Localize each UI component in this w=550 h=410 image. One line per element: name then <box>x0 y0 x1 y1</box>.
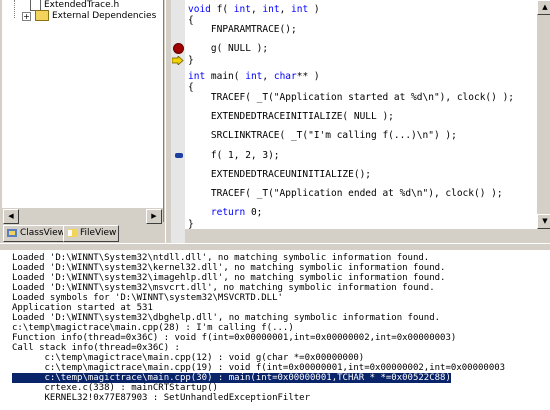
editor-horizontal-scrollbar[interactable] <box>185 229 537 243</box>
output-line: c:\temp\magictrace\main.cpp(12) : void g… <box>12 353 365 363</box>
tree-item-label: ExtendedTrace.h <box>44 0 120 10</box>
code-line: return 0; <box>210 207 263 218</box>
output-line: Loaded 'D:\WINNT\system32\imagehlp.dll',… <box>12 273 446 283</box>
workspace-tabs: ClassView FileView <box>2 224 163 242</box>
output-line: Loaded 'D:\WINNT\system32\dbghelp.dll', … <box>12 313 441 323</box>
code-line: void f( int, int, int ) <box>188 4 320 15</box>
output-line: c:\temp\magictrace\main.cpp(19) : void f… <box>12 363 506 373</box>
code-line: TRACEF( _T("Application started at %d\n"… <box>188 92 515 103</box>
code-editor[interactable]: void f( int, int, int ) { FNPARAMTRACE()… <box>185 0 537 229</box>
code-line: TRACEF( _T("Application ended at %d\n"),… <box>188 188 503 199</box>
tab-classview[interactable]: ClassView <box>3 225 65 242</box>
output-line: Loaded symbols for 'D:\WINNT\system32\MS… <box>12 293 283 303</box>
code-line: EXTENDEDTRACEINITIALIZE( NULL ); <box>188 111 394 122</box>
output-line: Loaded 'D:\WINNT\system32\kernel32.dll',… <box>12 263 446 273</box>
code-line: EXTENDEDTRACEUNINITIALIZE(); <box>188 169 372 180</box>
tab-fileview[interactable]: FileView <box>63 225 119 242</box>
output-line: Loaded 'D:\WINNT\system32\msvcrt.dll', n… <box>12 283 435 293</box>
scroll-up-button[interactable]: ▲ <box>537 0 550 15</box>
output-line: Application started at 531 <box>12 303 153 313</box>
output-line: c:\temp\magictrace\main.cpp(28) : I'm ca… <box>12 323 294 333</box>
editor-vertical-scrollbar[interactable]: ▲ ▼ <box>537 0 550 229</box>
code-line: } <box>188 219 194 229</box>
output-line: Call stack info(thread=0x36C) : <box>12 343 180 353</box>
expand-toggle[interactable]: + <box>22 12 31 21</box>
tab-label: ClassView <box>20 228 66 238</box>
scroll-left-button[interactable]: ◀ <box>3 209 19 224</box>
tree-item-external-dependencies[interactable]: External Dependencies <box>35 10 156 22</box>
code-line: } <box>188 55 194 66</box>
output-window[interactable]: Loaded 'D:\WINNT\System32\ntdll.dll', no… <box>0 250 550 410</box>
scroll-down-button[interactable]: ▼ <box>537 214 550 229</box>
call-stack-marker-icon <box>175 153 183 158</box>
class-view-icon <box>7 229 17 237</box>
output-line: KERNEL32!0x77E87903 : SetUnhandledExcept… <box>12 393 311 403</box>
code-line: f( 1, 2, 3); <box>188 150 280 161</box>
code-line: g( NULL ); <box>188 43 269 54</box>
current-line-arrow-icon <box>171 55 184 66</box>
code-line: int main( int, char** ) <box>188 71 320 82</box>
code-line: SRCLINKTRACE( _T("I'm calling f(...)\n")… <box>188 130 457 141</box>
tree-item-label: External Dependencies <box>52 11 157 21</box>
file-view-icon <box>67 229 77 237</box>
editor-gutter[interactable] <box>171 0 185 243</box>
output-line: Function info(thread=0x36C) : void f(int… <box>12 333 457 343</box>
folder-icon <box>35 10 49 21</box>
tab-label: FileView <box>80 228 117 238</box>
workspace-pane: ExtendedTrace.h + External Dependencies … <box>0 0 165 243</box>
output-line: Loaded 'D:\WINNT\System32\ntdll.dll', no… <box>12 253 430 263</box>
tree-item-extendedtrace-h[interactable]: ExtendedTrace.h <box>30 0 120 11</box>
file-tree[interactable]: ExtendedTrace.h + External Dependencies <box>2 0 164 222</box>
scroll-right-button[interactable]: ▶ <box>146 209 162 224</box>
code-line: FNPARAMTRACE(); <box>188 24 297 35</box>
breakpoint-icon[interactable] <box>173 43 184 54</box>
output-line-selected[interactable]: c:\temp\magictrace\main.cpp(30) : main(i… <box>12 373 451 383</box>
output-line: crtexe.c(338) : mainCRTStartup() <box>12 383 218 393</box>
tree-horizontal-scrollbar[interactable]: ◀ ▶ <box>2 207 163 224</box>
